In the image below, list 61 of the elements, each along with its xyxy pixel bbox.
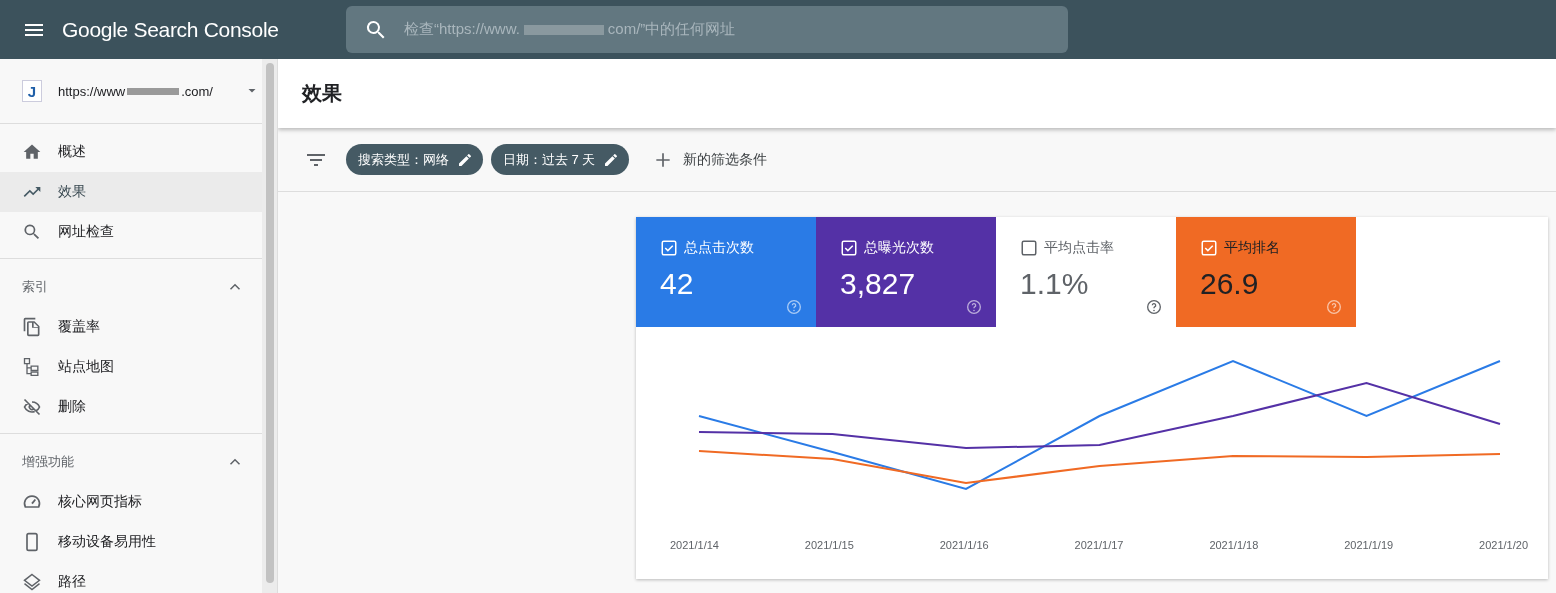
add-filter-button[interactable]: 新的筛选条件 [647,148,774,171]
checked-checkbox-icon [660,239,678,257]
metric-tile[interactable]: 平均排名 26.9 [1176,217,1356,327]
metric-value: 26.9 [1200,267,1260,301]
site-badge: J [22,80,42,102]
sitemap-icon [22,357,42,377]
filter-chip[interactable]: 日期：过去 7 天 [491,144,630,175]
nav-item[interactable]: 核心网页指标 [0,482,262,522]
checked-checkbox-icon [1200,239,1218,257]
metric-value: 42 [660,267,695,301]
metric-label: 总点击次数 [684,239,754,257]
placeholder-text: 检查“https://www. [404,20,520,39]
axis-label: 2021/1/15 [804,539,854,551]
section-title: 索引 [22,278,48,296]
metric-label: 平均点击率 [1044,239,1114,257]
metric-label: 总曝光次数 [864,239,934,257]
property-url[interactable]: https://www [58,83,126,99]
nav-item[interactable]: 移动设备易用性 [0,522,262,562]
metric-tile[interactable]: 总点击次数 42 [636,217,816,327]
app-title: Google Search Console [62,17,280,42]
metric-label: 平均排名 [1224,239,1280,257]
page-title: 效果 [302,81,342,106]
nav-item[interactable]: 站点地图 [0,347,262,387]
nav-item[interactable]: 删除 [0,387,262,427]
scrollbar-thumb[interactable] [265,63,274,583]
nav-item[interactable]: 覆盖率 [0,307,262,347]
eye-slash-icon [22,397,42,417]
layers-icon [22,572,42,592]
help-icon [1146,299,1162,315]
help-icon [966,299,982,315]
help-icon [1326,299,1342,315]
pencil-icon [457,151,473,168]
nav-item[interactable]: 概述 [0,132,262,172]
nav-item[interactable]: 网址检查 [0,212,262,252]
axis-label: 2021/1/19 [1344,539,1394,551]
axis-label: 2021/1/16 [939,539,989,551]
home-icon [22,142,42,162]
checked-checkbox-icon [840,239,858,257]
search-icon [22,222,42,242]
section-header[interactable]: 增强功能 [0,442,262,482]
metric-tile[interactable]: 平均点击率 1.1% [996,217,1176,327]
section-header[interactable]: 索引 [0,267,262,307]
pencil-icon [603,151,620,168]
placeholder-text: com/”中的任何网址 [607,20,736,39]
property-url[interactable]: .com/ [181,83,213,99]
checkbox-icon [1020,239,1038,257]
help-icon [786,299,802,315]
axis-label: 2021/1/17 [1074,539,1124,551]
axis-label: 2021/1/18 [1209,539,1259,551]
axis-label: 2021/1/20 [1479,539,1528,551]
filter-chip[interactable]: 搜索类型：网络 [346,144,483,175]
metric-value: 1.1% [1020,267,1090,301]
nav-item[interactable]: 路径 [0,562,262,593]
nav-item[interactable]: 效果 [0,172,262,212]
copy-icon [22,317,42,337]
scrollbar[interactable] [262,59,278,593]
section-title: 增强功能 [22,453,74,471]
metric-tile[interactable]: 总曝光次数 3,827 [816,217,996,327]
metric-value: 3,827 [840,267,917,301]
redaction-mark [127,87,180,95]
axis-label: 2021/1/14 [670,539,719,551]
